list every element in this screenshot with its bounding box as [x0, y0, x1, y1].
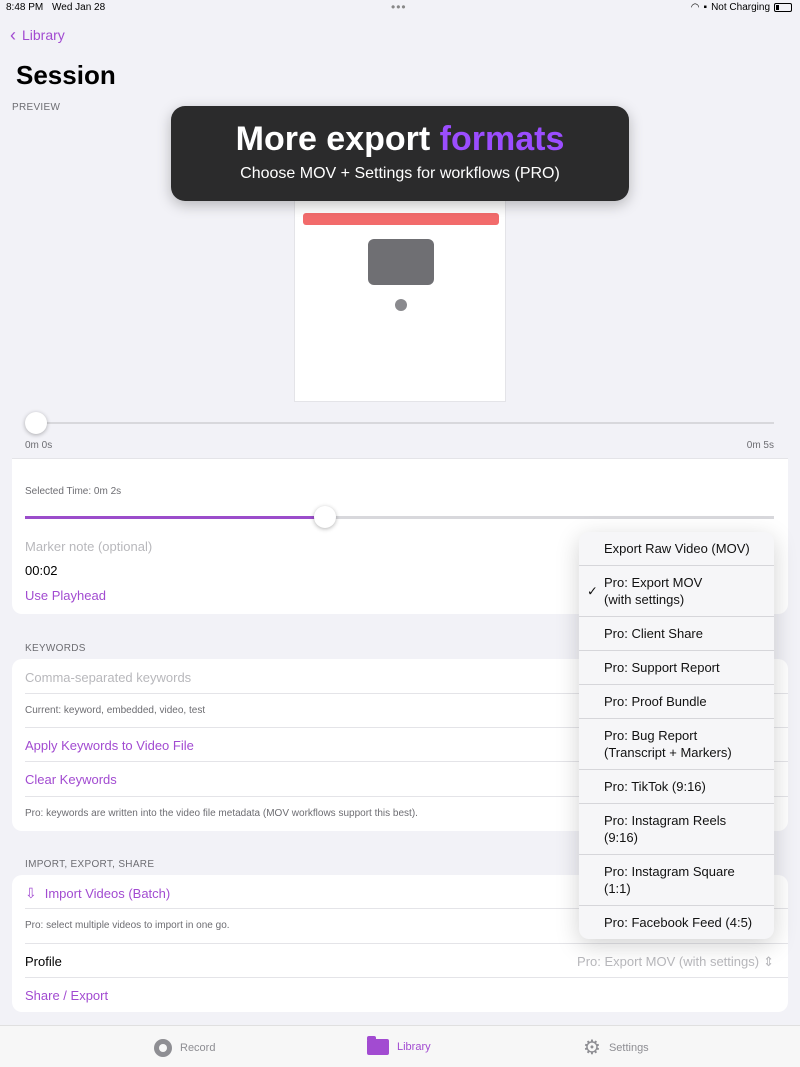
- menu-item[interactable]: ✓ Pro: Export MOV (with settings): [579, 566, 774, 617]
- promo-banner: More export formats Choose MOV + Setting…: [171, 106, 629, 201]
- timeline-knob[interactable]: [25, 412, 47, 434]
- tab-library-label: Library: [397, 1041, 431, 1053]
- menu-item[interactable]: Pro: TikTok (9:16): [579, 770, 774, 804]
- menu-item-label: Export Raw Video (MOV): [604, 541, 750, 556]
- banner-title: More export formats: [171, 120, 629, 159]
- profile-label: Profile: [25, 954, 62, 969]
- menu-item-label: Pro: Facebook Feed (4:5): [604, 915, 753, 930]
- use-playhead-button[interactable]: Use Playhead: [25, 588, 106, 603]
- page-title: Session: [16, 60, 116, 90]
- status-date: Wed Jan 28: [52, 2, 106, 13]
- import-videos-button[interactable]: ⇩ Import Videos (Batch): [25, 885, 170, 902]
- menu-item-label: Pro: TikTok (9:16): [604, 779, 706, 794]
- menu-item[interactable]: Pro: Support Report: [579, 651, 774, 685]
- timeline-track[interactable]: [26, 422, 774, 424]
- timeline-end-label: 0m 5s: [746, 440, 774, 451]
- import-videos-label: Import Videos (Batch): [44, 886, 171, 901]
- back-button[interactable]: ‹ Library: [10, 25, 65, 45]
- status-time: 8:48 PM: [6, 2, 44, 13]
- tab-record-label: Record: [180, 1042, 216, 1054]
- tab-settings-label: Settings: [608, 1042, 649, 1054]
- menu-item[interactable]: Pro: Instagram Square (1:1): [579, 855, 774, 906]
- tab-bar: Record Library ⚙ Settings: [0, 1025, 800, 1067]
- banner-title-part1: More export: [235, 120, 431, 158]
- menu-item-label: Pro: Bug Report (Transcript + Markers): [604, 728, 732, 760]
- current-keywords: Current: keyword, embedded, video, test: [25, 705, 206, 716]
- menu-item-label: Pro: Support Report: [604, 660, 720, 675]
- keywords-input[interactable]: Comma-separated keywords: [25, 670, 191, 685]
- banner-title-accent: formats: [439, 120, 565, 158]
- preview-dot: [395, 299, 407, 311]
- charging-status: Not Charging: [711, 2, 770, 13]
- tab-record[interactable]: Record: [154, 1039, 215, 1057]
- selected-time: Selected Time: 0m 2s: [25, 486, 122, 497]
- tab-library[interactable]: Library: [367, 1036, 431, 1055]
- profile-value: Pro: Export MOV (with settings): [577, 954, 760, 969]
- back-label: Library: [22, 27, 65, 43]
- folder-icon: [367, 1036, 389, 1055]
- keywords-hint: Pro: keywords are written into the video…: [25, 808, 418, 819]
- menu-item[interactable]: Pro: Instagram Reels (9:16): [579, 804, 774, 855]
- menu-item-label: Pro: Export MOV (with settings): [604, 575, 703, 607]
- marker-time-value: 00:02: [25, 563, 58, 578]
- status-right: ◠ ▪ Not Charging: [691, 2, 792, 13]
- marker-time-slider-knob[interactable]: [313, 506, 336, 528]
- menu-item-label: Pro: Instagram Reels (9:16): [604, 813, 727, 845]
- clear-keywords-button[interactable]: Clear Keywords: [25, 772, 117, 787]
- keywords-section-label: KEYWORDS: [25, 643, 86, 654]
- menu-item[interactable]: Pro: Client Share: [579, 617, 774, 651]
- tab-settings[interactable]: ⚙ Settings: [583, 1037, 649, 1059]
- checkmark-icon: ✓: [587, 583, 598, 599]
- import-hint: Pro: select multiple videos to import in…: [25, 920, 230, 931]
- profile-picker[interactable]: Pro: Export MOV (with settings) ⇕: [577, 954, 774, 970]
- preview-card: [368, 239, 434, 285]
- preview-red-bar: [303, 213, 499, 225]
- gear-icon: ⚙: [583, 1037, 601, 1059]
- apply-keywords-button[interactable]: Apply Keywords to Video File: [25, 738, 194, 753]
- divider: [12, 458, 788, 459]
- chevron-updown-icon: ⇕: [763, 954, 774, 969]
- menu-item[interactable]: Pro: Facebook Feed (4:5): [579, 906, 774, 939]
- profile-menu: Export Raw Video (MOV) ✓ Pro: Export MOV (…: [579, 532, 774, 939]
- marker-note-input[interactable]: Marker note (optional): [25, 539, 152, 554]
- wifi-icon: ◠: [690, 2, 700, 13]
- menu-item-label: Pro: Proof Bundle: [604, 694, 707, 709]
- record-icon: [154, 1039, 172, 1057]
- menu-item[interactable]: Export Raw Video (MOV): [579, 532, 774, 566]
- battery-icon: [774, 3, 792, 12]
- status-bar: 8:48 PM Wed Jan 28 ••• ◠ ▪ Not Charging: [0, 0, 800, 16]
- import-tray-icon: ⇩: [25, 885, 37, 901]
- menu-item-label: Pro: Client Share: [604, 626, 703, 641]
- menu-item[interactable]: Pro: Proof Bundle: [579, 685, 774, 719]
- menu-item[interactable]: Pro: Bug Report (Transcript + Markers): [579, 719, 774, 770]
- preview-section-label: PREVIEW: [12, 102, 61, 113]
- divider: [25, 943, 788, 944]
- divider: [25, 977, 788, 978]
- timeline-start-label: 0m 0s: [25, 440, 53, 451]
- chevron-left-icon: ‹: [10, 25, 16, 45]
- banner-subtitle: Choose MOV + Settings for workflows (PRO…: [240, 165, 560, 182]
- share-export-button[interactable]: Share / Export: [25, 988, 108, 1003]
- multitasking-dots-icon[interactable]: •••: [391, 0, 407, 14]
- menu-item-label: Pro: Instagram Square (1:1): [604, 864, 735, 896]
- lock-icon: ▪: [703, 2, 708, 13]
- marker-time-slider-fill: [25, 516, 325, 519]
- import-export-section-label: IMPORT, EXPORT, SHARE: [25, 859, 155, 870]
